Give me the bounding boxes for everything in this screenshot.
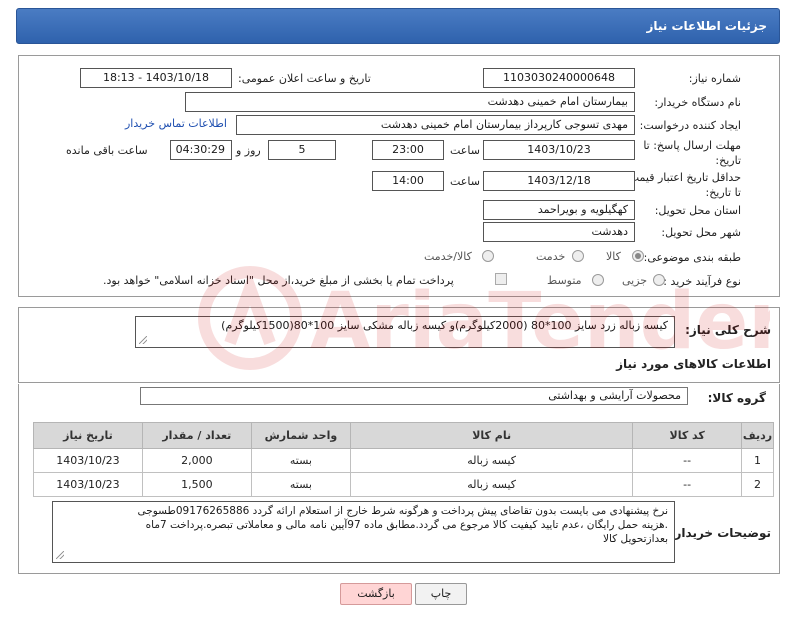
process-option-medium: متوسط — [547, 274, 582, 287]
remaining-time-field: 04:30:29 — [170, 140, 232, 160]
buyer-org-field: بیمارستان امام خمینی دهدشت — [185, 92, 635, 112]
goods-table-header: ردیف کد کالا نام کالا واحد شمارش تعداد /… — [33, 422, 774, 449]
resize-grip-icon[interactable] — [56, 551, 64, 559]
days-field: 5 — [268, 140, 336, 160]
page-title: جزئیات اطلاعات نیاز — [646, 19, 767, 33]
treasury-payment-note: پرداخت تمام یا بخشی از مبلغ خرید،از محل … — [103, 274, 454, 287]
deadline-label: مهلت ارسال پاسخ: تا تاریخ: — [643, 139, 741, 167]
deadline-date-field: 1403/10/23 — [483, 140, 635, 160]
row-name: کیسه زباله — [350, 472, 634, 497]
need-number-label: شماره نیاز: — [688, 72, 741, 85]
col-unit-header: واحد شمارش — [250, 422, 352, 449]
buyer-org-label: نام دستگاه خریدار: — [654, 96, 741, 109]
category-option-goods: کالا — [606, 250, 621, 263]
description-text: کیسه زباله زرد سایز 100*80 (2000کیلوگرم)… — [221, 319, 668, 332]
province-label: استان محل تحویل: — [654, 204, 741, 217]
requester-field: مهدی تسوجی کارپرداز بیمارستان امام خمینی… — [236, 115, 635, 135]
category-radio-goods-service[interactable] — [482, 250, 494, 262]
row-number: 2 — [741, 472, 774, 497]
table-row: 2 -- کیسه زباله بسته 1,500 1403/10/23 — [33, 472, 774, 497]
buyer-notes-line: .هزینه حمل رایگان ،عدم تایید کیفیت کالا … — [145, 519, 668, 531]
description-label: شرح کلی نیاز: — [685, 323, 771, 337]
announce-date-label: تاریخ و ساعت اعلان عمومی: — [238, 72, 371, 85]
days-and-label: روز و — [236, 144, 261, 157]
category-radio-goods[interactable] — [632, 250, 644, 262]
buyer-notes-label: توضیحات خریدار: — [669, 526, 771, 540]
deadline-time-label: ساعت — [450, 144, 480, 157]
goods-section-title: اطلاعات کالاهای مورد نیاز — [616, 357, 771, 371]
buyer-notes-textarea: نرخ پیشنهادی می بایست بدون تقاضای پیش پر… — [52, 501, 675, 563]
treasury-payment-checkbox[interactable] — [495, 273, 507, 285]
need-number-field: 1103030240000648 — [483, 68, 635, 88]
row-unit: بسته — [250, 472, 352, 497]
row-name: کیسه زباله — [350, 448, 634, 473]
row-date: 1403/10/23 — [33, 472, 143, 497]
resize-grip-icon[interactable] — [139, 336, 147, 344]
col-date-header: تاریخ نیاز — [33, 422, 143, 449]
remaining-time-label: ساعت باقی مانده — [66, 144, 148, 157]
validity-time-field: 14:00 — [372, 171, 444, 191]
col-name-header: نام کالا — [350, 422, 634, 449]
table-row: 1 -- کیسه زباله بسته 2,000 1403/10/23 — [33, 448, 774, 473]
goods-group-field: محصولات آرایشی و بهداشتی — [140, 387, 688, 405]
col-qty-header: تعداد / مقدار — [141, 422, 252, 449]
row-code: -- — [632, 448, 743, 473]
process-radio-minor[interactable] — [653, 274, 665, 286]
deadline-time-field: 23:00 — [372, 140, 444, 160]
buyer-notes-line: نرخ پیشنهادی می بایست بدون تقاضای پیش پر… — [137, 505, 668, 517]
city-label: شهر محل تحویل: — [661, 226, 741, 239]
col-code-header: کد کالا — [632, 422, 743, 449]
row-unit: بسته — [250, 448, 352, 473]
requester-label: ایجاد کننده درخواست: — [639, 119, 741, 132]
row-qty: 1,500 — [141, 472, 252, 497]
province-field: کهگیلویه و بویراحمد — [483, 200, 635, 220]
goods-table: ردیف کد کالا نام کالا واحد شمارش تعداد /… — [33, 422, 774, 497]
category-radio-service[interactable] — [572, 250, 584, 262]
col-row-header: ردیف — [741, 422, 774, 449]
city-field: دهدشت — [483, 222, 635, 242]
validity-time-label: ساعت — [450, 175, 480, 188]
category-option-goods-service: کالا/خدمت — [424, 250, 472, 263]
process-label: نوع فرآیند خرید : — [663, 275, 741, 288]
announce-date-field: 1403/10/18 - 18:13 — [80, 68, 232, 88]
validity-date-field: 1403/12/18 — [483, 171, 635, 191]
buyer-contact-link[interactable]: اطلاعات تماس خریدار — [125, 117, 227, 130]
row-date: 1403/10/23 — [33, 448, 143, 473]
category-label: طبقه بندی موضوعی: — [643, 251, 741, 264]
goods-group-label: گروه کالا: — [707, 391, 766, 405]
row-code: -- — [632, 472, 743, 497]
description-textarea: کیسه زباله زرد سایز 100*80 (2000کیلوگرم)… — [135, 316, 675, 348]
page-header: جزئیات اطلاعات نیاز — [16, 8, 780, 44]
process-radio-medium[interactable] — [592, 274, 604, 286]
row-number: 1 — [741, 448, 774, 473]
back-button[interactable]: بازگشت — [340, 583, 412, 605]
category-option-service: خدمت — [536, 250, 566, 263]
buyer-notes-line: بعدازتحویل کالا — [602, 533, 668, 545]
process-option-minor: جزیی — [622, 274, 648, 287]
row-qty: 2,000 — [141, 448, 252, 473]
print-button[interactable]: چاپ — [415, 583, 467, 605]
